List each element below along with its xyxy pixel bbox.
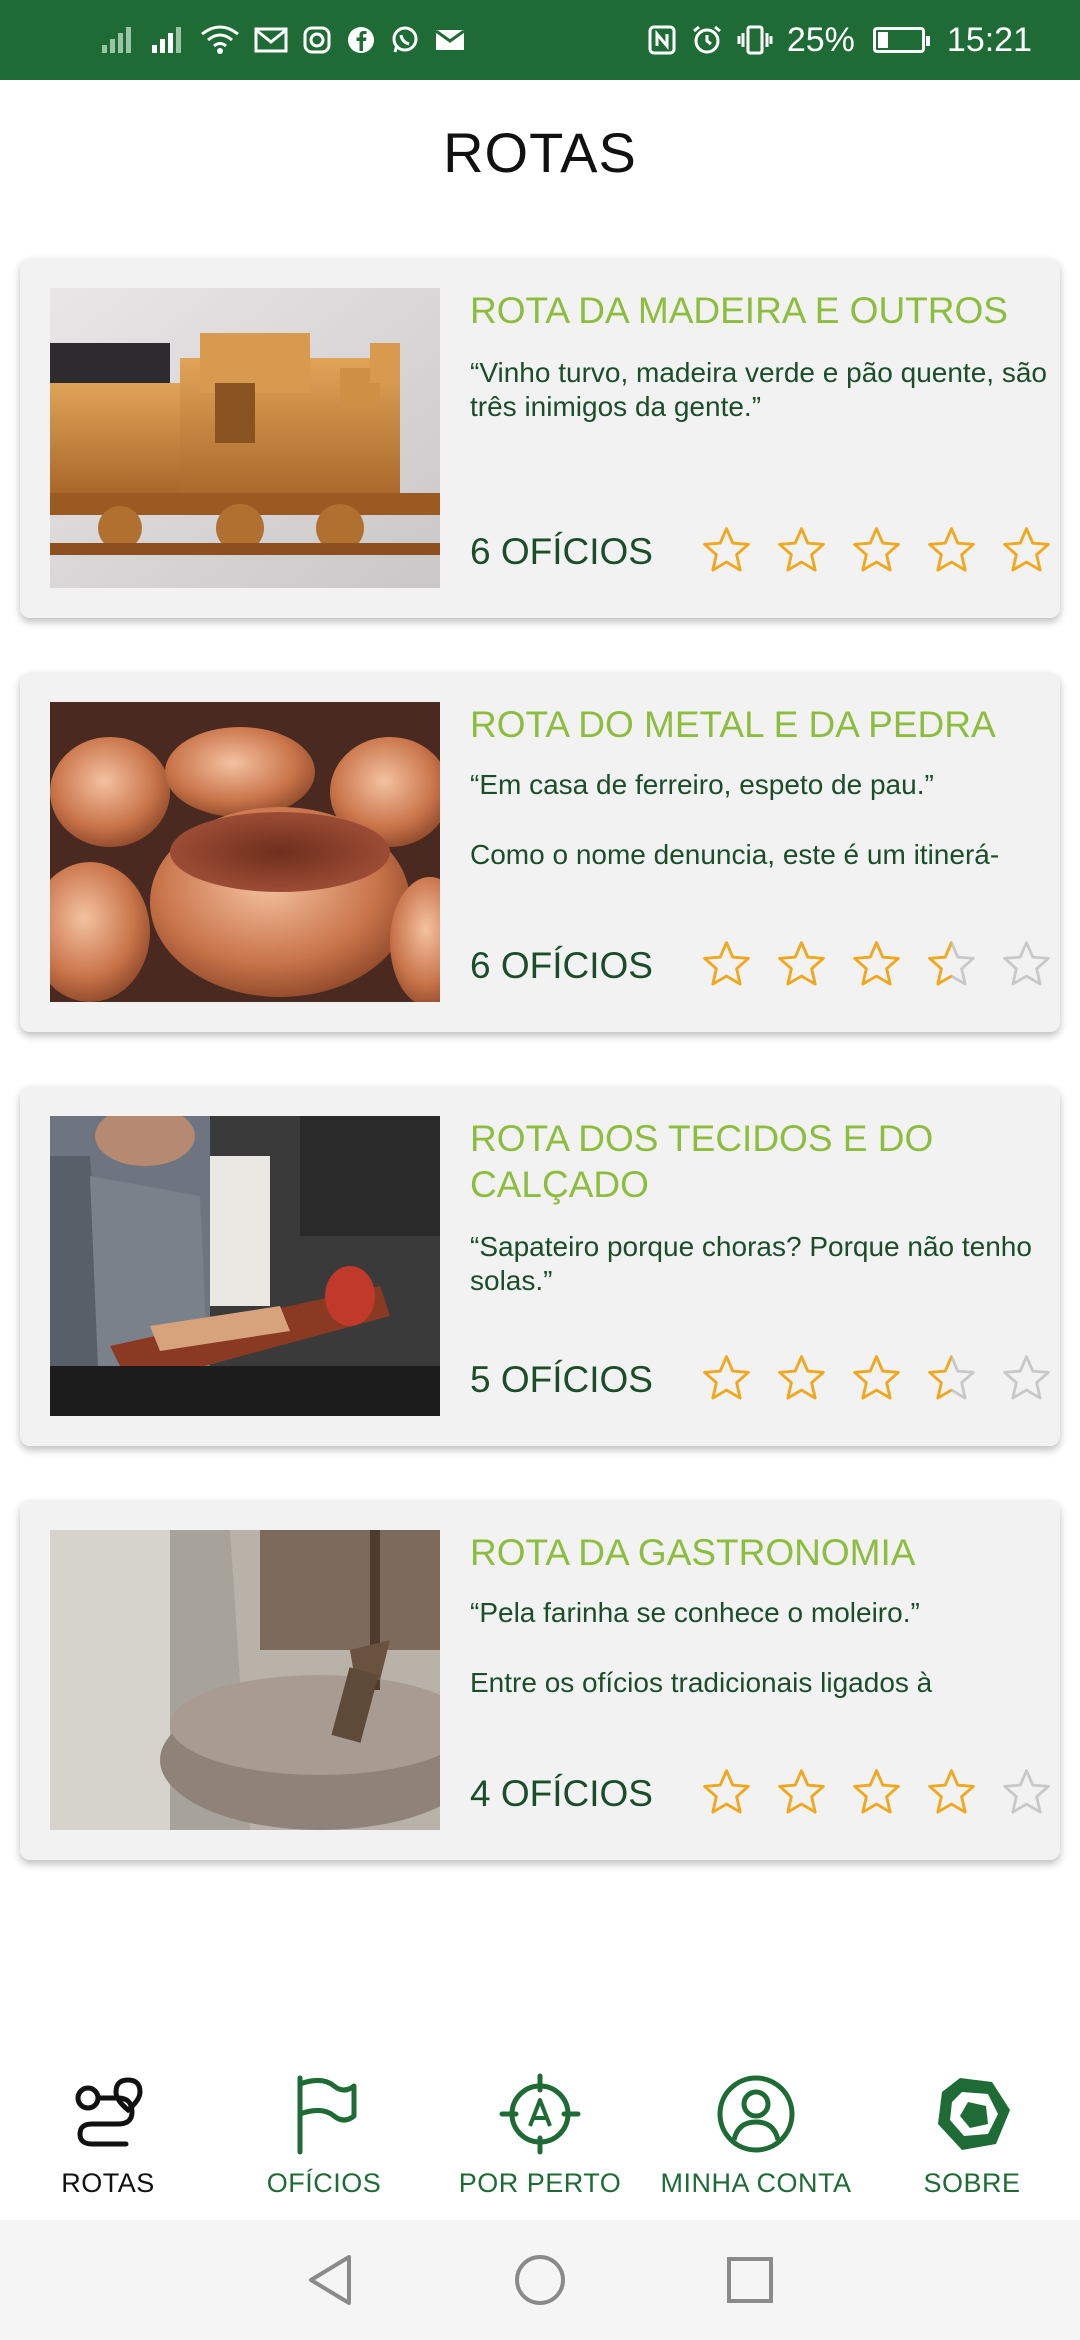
nav-item-sobre[interactable]: SOBRE: [864, 2072, 1080, 2199]
route-count: 6 OFÍCIOS: [470, 531, 653, 572]
app-logo-icon: [938, 2078, 1010, 2150]
star-icon: [853, 527, 900, 572]
route-description: Como o nome denuncia, este é um itinerá-: [470, 839, 1000, 870]
nav-item-oficios[interactable]: OFÍCIOS: [216, 2072, 432, 2199]
facebook-icon: [346, 20, 376, 60]
back-icon[interactable]: [300, 2250, 360, 2310]
status-bar: 25% 15:21: [0, 0, 1080, 80]
flag-icon: [297, 2075, 357, 2155]
status-time: 15:21: [946, 20, 1032, 59]
route-icon: [75, 2077, 143, 2147]
nav-label: POR PERTO: [458, 2168, 622, 2198]
nav-item-rotas[interactable]: ROTAS: [0, 2072, 216, 2199]
status-right: 25% 15:21: [647, 20, 1032, 60]
nav-label: OFÍCIOS: [266, 2168, 382, 2198]
star-icon: [853, 1355, 900, 1400]
route-title: ROTA DA MADEIRA E OUTROS: [470, 290, 1008, 331]
signal-icon: [150, 20, 186, 60]
bottom-nav: ROTAS OFÍCIOS POR PERTO MINHA CONTA SOBR…: [0, 2050, 1080, 2220]
star-icon: [703, 1355, 750, 1400]
star-icon: [703, 527, 750, 572]
star-icon: [1003, 1769, 1050, 1814]
star-icon: [1003, 1355, 1050, 1400]
star-icon: [853, 1769, 900, 1814]
system-nav: [0, 2220, 1080, 2340]
route-image: [50, 702, 440, 1002]
star-rating: [698, 522, 1058, 578]
alarm-icon: [691, 20, 723, 60]
star-icon: [928, 941, 975, 986]
star-icon: [703, 1769, 750, 1814]
route-title: ROTA DO METAL E DA PEDRA: [470, 704, 996, 745]
star-icon: [778, 1769, 825, 1814]
route-card[interactable]: ROTA DA GASTRONOMIA “Pela farinha se con…: [20, 1500, 1060, 1860]
star-icon: [703, 941, 750, 986]
star-icon: [928, 527, 975, 572]
star-icon: [778, 1355, 825, 1400]
route-image: [50, 1116, 440, 1416]
recents-icon[interactable]: [720, 2250, 780, 2310]
wifi-icon: [200, 20, 240, 60]
home-icon[interactable]: [510, 2250, 570, 2310]
nav-label: ROTAS: [61, 2168, 155, 2198]
stars-svg: [703, 527, 1050, 572]
star-icon: [928, 1769, 975, 1814]
whatsapp-icon: [390, 20, 420, 60]
star-rating: [698, 1764, 1058, 1820]
stars-svg: [703, 1769, 1050, 1814]
route-quote: “Em casa de ferreiro, espeto de pau.”: [470, 769, 934, 800]
route-quote: “Sapateiro porque choras? Porque não ten…: [470, 1231, 1032, 1296]
battery-percent: 25%: [786, 20, 855, 59]
nav-label: MINHA CONTA: [660, 2168, 852, 2198]
star-icon: [928, 1355, 975, 1400]
stars-svg: [703, 941, 1050, 986]
star-icon: [778, 527, 825, 572]
route-image: [50, 1530, 440, 1830]
signal-icon: [100, 20, 136, 60]
route-count: 6 OFÍCIOS: [470, 945, 653, 986]
route-quote: “Pela farinha se conhece o moleiro.”: [470, 1597, 920, 1628]
star-icon: [1003, 941, 1050, 986]
route-card[interactable]: ROTA DO METAL E DA PEDRA “Em casa de fer…: [20, 672, 1060, 1032]
route-count: 4 OFÍCIOS: [470, 1773, 653, 1814]
route-card[interactable]: ROTA DOS TECIDOS E DO CALÇADO “Sapateiro…: [20, 1086, 1060, 1446]
star-rating: [698, 1350, 1058, 1406]
route-quote: “Vinho turvo, madeira verde e pão quente…: [470, 357, 1047, 422]
compass-target-icon: [499, 2073, 581, 2155]
nav-label: SOBRE: [923, 2168, 1021, 2198]
stars-svg: [703, 1355, 1050, 1400]
star-rating: [698, 936, 1058, 992]
gmail-icon: [254, 20, 288, 60]
status-left: [100, 20, 466, 60]
user-icon: [717, 2075, 795, 2153]
page-title: ROTAS: [443, 121, 637, 184]
route-description: Entre os ofícios tradicionais ligados à: [470, 1667, 933, 1698]
route-title: ROTA DOS TECIDOS E DO CALÇADO: [470, 1118, 934, 1205]
route-card[interactable]: ROTA DA MADEIRA E OUTROS “Vinho turvo, m…: [20, 258, 1060, 618]
route-count: 5 OFÍCIOS: [470, 1359, 653, 1400]
nav-item-minha-conta[interactable]: MINHA CONTA: [648, 2072, 864, 2199]
instagram-icon: [302, 20, 332, 60]
star-icon: [1003, 527, 1050, 572]
nav-item-por-perto[interactable]: POR PERTO: [432, 2072, 648, 2199]
vibrate-icon: [737, 20, 773, 60]
nfc-icon: [647, 20, 677, 60]
star-icon: [853, 941, 900, 986]
mail-icon: [434, 20, 466, 60]
star-icon: [778, 941, 825, 986]
battery-icon: [872, 27, 930, 53]
route-image: [50, 288, 440, 588]
main-sheet: ROTAS ROTA DA MADEIRA E OUTROS “Vinho tu…: [0, 80, 1080, 2050]
route-title: ROTA DA GASTRONOMIA: [470, 1532, 916, 1573]
